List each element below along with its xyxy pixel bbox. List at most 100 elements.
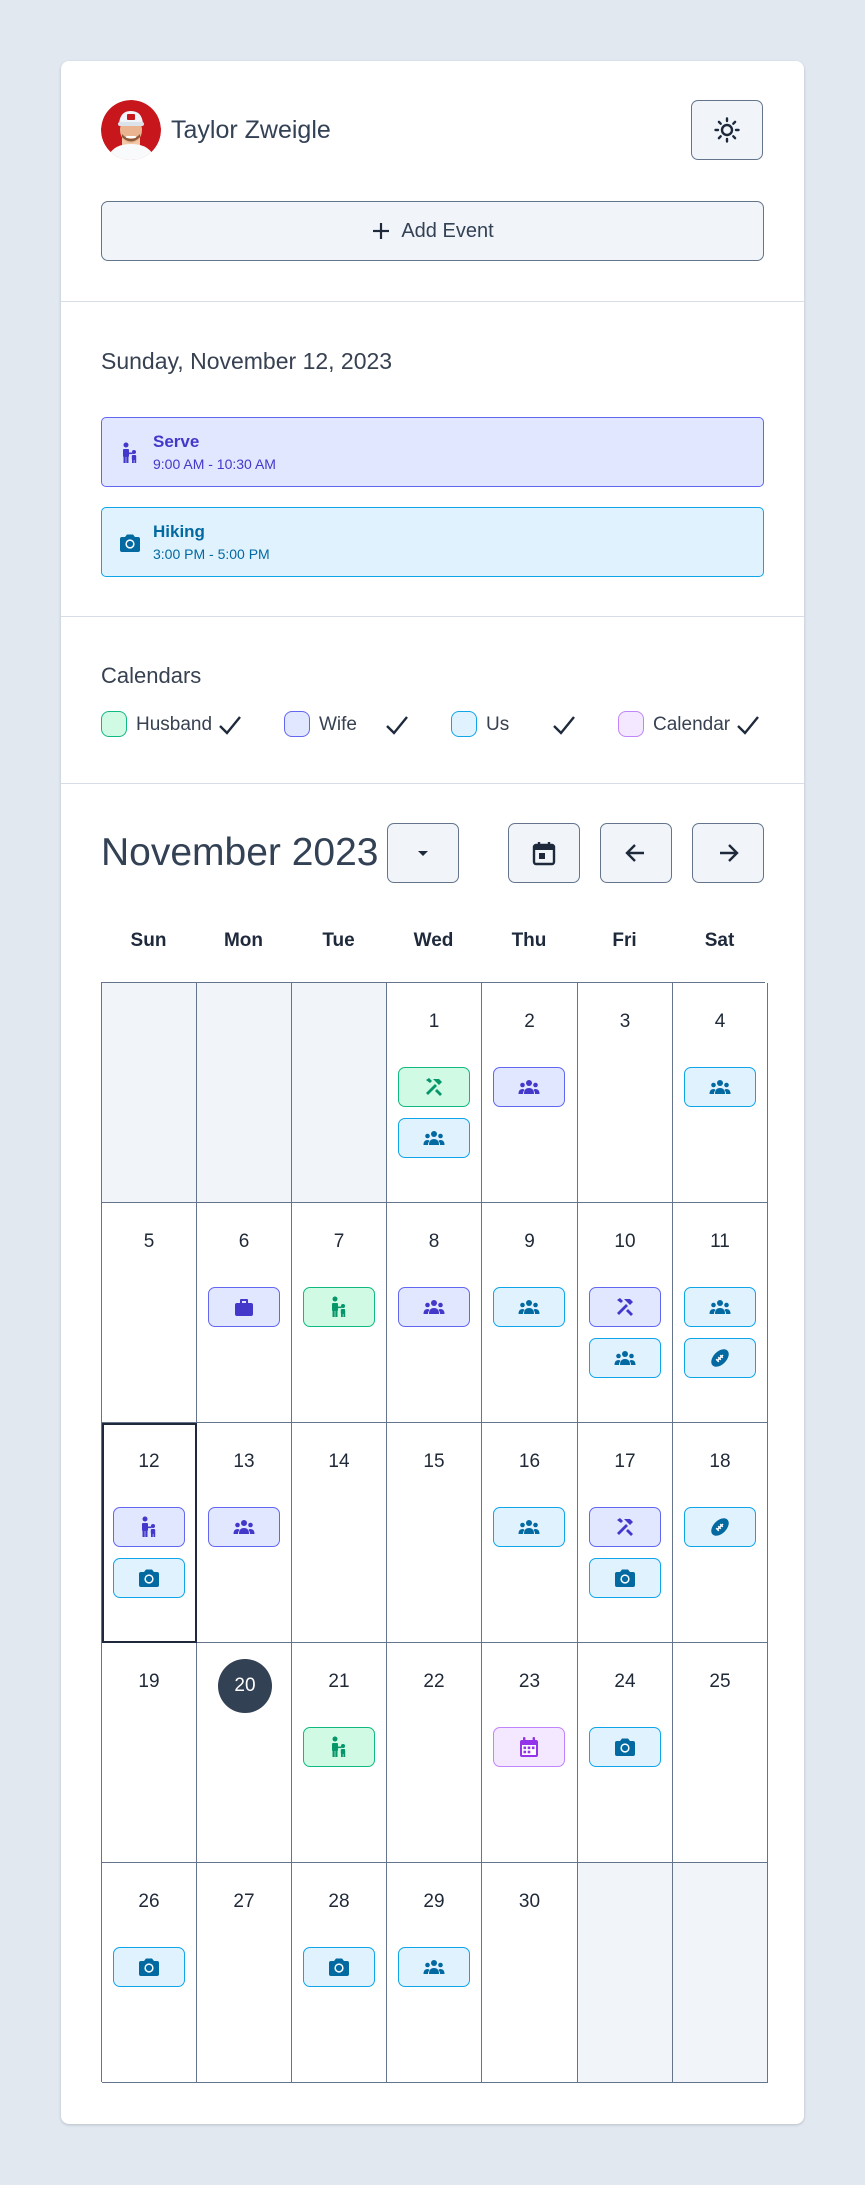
day-cell-8[interactable]: 8 [387,1203,482,1423]
event-chip[interactable] [113,1507,185,1547]
event-chip[interactable] [398,1287,470,1327]
event-title: Serve [153,432,200,451]
calendar-icon [532,842,556,866]
day-cell-10[interactable]: 10 [578,1203,673,1423]
event-chip[interactable] [493,1287,565,1327]
today-marker: 20 [218,1659,272,1713]
day-cell-7[interactable]: 7 [292,1203,387,1423]
calendar-swatch [101,711,127,737]
theme-toggle-button[interactable] [691,100,763,160]
event-chip[interactable] [398,1118,470,1158]
today-button[interactable] [508,823,580,883]
event-chip[interactable] [589,1287,661,1327]
day-cell-9[interactable]: 9 [482,1203,578,1423]
day-number: 30 [518,1891,541,1912]
football-icon [711,1518,729,1536]
check-icon[interactable] [735,713,761,737]
calendar-label: Calendar [653,714,731,735]
event-chip[interactable] [589,1338,661,1378]
day-cell-11[interactable]: 11 [673,1203,768,1423]
day-cell-29[interactable]: 29 [387,1863,482,2083]
people-group-icon [423,1131,445,1145]
day-cell-21[interactable]: 21 [292,1643,387,1863]
day-cell-16[interactable]: 16 [482,1423,578,1643]
day-cell-22[interactable]: 22 [387,1643,482,1863]
day-cell-4[interactable]: 4 [673,983,768,1203]
event-chip[interactable] [684,1338,756,1378]
day-number: 16 [518,1451,541,1472]
month-dropdown-button[interactable] [387,823,459,883]
selected-date-title: Sunday, November 12, 2023 [101,348,393,374]
day-cell-13[interactable]: 13 [197,1423,292,1643]
day-cell-17[interactable]: 17 [578,1423,673,1643]
event-chip[interactable] [303,1947,375,1987]
divider [61,616,804,617]
day-cell-28[interactable]: 28 [292,1863,387,2083]
event-chip[interactable] [208,1287,280,1327]
event-chip[interactable] [684,1287,756,1327]
day-cell-19[interactable]: 19 [102,1643,197,1863]
empty-day-cell [578,1863,673,2083]
user-name: Taylor Zweigle [171,116,331,144]
plus-icon [373,223,390,239]
day-cell-24[interactable]: 24 [578,1643,673,1863]
calendar-swatch [618,711,644,737]
event-chip[interactable] [684,1507,756,1547]
day-cell-15[interactable]: 15 [387,1423,482,1643]
day-cell-1[interactable]: 1 [387,983,482,1203]
check-icon[interactable] [384,713,410,737]
event-title: Hiking [153,522,205,541]
event-chip[interactable] [113,1558,185,1598]
day-cell-27[interactable]: 27 [197,1863,292,2083]
calendar-icon [520,1737,538,1757]
day-cell-25[interactable]: 25 [673,1643,768,1863]
day-cell-30[interactable]: 30 [482,1863,578,2083]
event-card-serve[interactable]: Serve 9:00 AM - 10:30 AM [101,417,764,487]
day-cell-12[interactable]: 12 [102,1423,197,1643]
event-chip[interactable] [208,1507,280,1547]
next-month-button[interactable] [692,823,764,883]
day-number: 11 [710,1231,730,1252]
arrow-left-icon [625,844,644,862]
day-cell-18[interactable]: 18 [673,1423,768,1643]
day-cell-6[interactable]: 6 [197,1203,292,1423]
day-cell-3[interactable]: 3 [578,983,673,1203]
parent-child-icon [332,1736,346,1757]
event-chip[interactable] [589,1727,661,1767]
event-card-hiking[interactable]: Hiking 3:00 PM - 5:00 PM [101,507,764,577]
caret-down-icon [418,851,428,856]
event-chip[interactable] [589,1507,661,1547]
day-cell-23[interactable]: 23 [482,1643,578,1863]
parent-child-icon [332,1296,346,1317]
camera-icon [615,1569,635,1587]
camera-icon [139,1958,159,1976]
day-cell-14[interactable]: 14 [292,1423,387,1643]
people-group-icon [614,1351,636,1365]
avatar[interactable] [101,100,161,160]
day-number: 3 [619,1011,631,1032]
add-event-button[interactable]: Add Event [101,201,764,261]
event-chip[interactable] [493,1067,565,1107]
event-chip[interactable] [589,1558,661,1598]
day-cell-5[interactable]: 5 [102,1203,197,1423]
check-icon[interactable] [217,713,243,737]
main-card: Taylor Zweigle Add Event Sunday, Novembe… [61,61,804,2124]
day-number: 9 [524,1231,535,1252]
people-group-icon [518,1520,540,1534]
divider [61,783,804,784]
event-chip[interactable] [398,1067,470,1107]
event-chip[interactable] [398,1947,470,1987]
day-cell-26[interactable]: 26 [102,1863,197,2083]
prev-month-button[interactable] [600,823,672,883]
event-chip[interactable] [303,1287,375,1327]
event-chip[interactable] [684,1067,756,1107]
calendars-title: Calendars [101,663,202,688]
empty-day-cell [292,983,387,1203]
event-chip[interactable] [303,1727,375,1767]
event-chip[interactable] [493,1727,565,1767]
day-cell-2[interactable]: 2 [482,983,578,1203]
event-chip[interactable] [113,1947,185,1987]
day-cell-20[interactable]: 20 [197,1643,292,1863]
check-icon[interactable] [551,713,577,737]
event-chip[interactable] [493,1507,565,1547]
